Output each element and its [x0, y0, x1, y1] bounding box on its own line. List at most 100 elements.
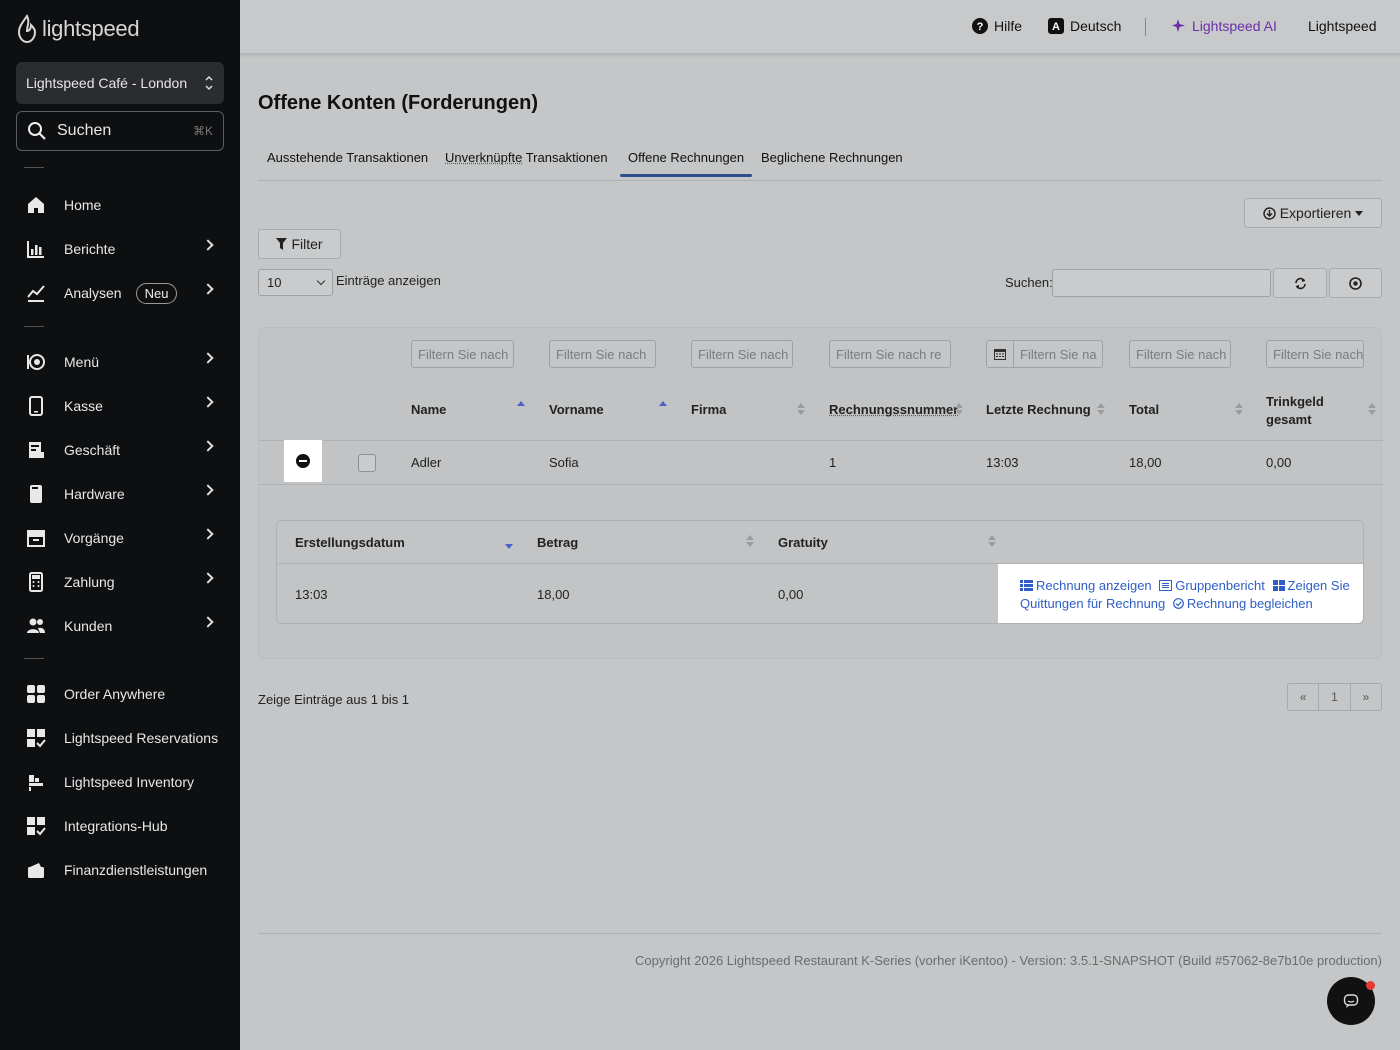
pagination-page[interactable]: 1 [1319, 684, 1351, 710]
grid-icon [1272, 580, 1285, 591]
sidebar-item-label: Home [64, 197, 102, 213]
sidebar-item-geschaeft[interactable]: Geschäft [0, 430, 240, 470]
pagination-next[interactable]: » [1351, 684, 1381, 710]
brand-logo[interactable]: lightspeed [16, 14, 140, 44]
sidebar-item-kasse[interactable]: Kasse [0, 386, 240, 426]
sort-icon[interactable] [1097, 403, 1105, 417]
cell-rechnungsnummer: 1 [829, 455, 837, 470]
search-label: Suchen [57, 122, 112, 139]
refresh-button[interactable] [1273, 268, 1327, 298]
sidebar-item-hardware[interactable]: Hardware [0, 474, 240, 514]
tab-unverknuepfte-transaktionen[interactable]: Unverknüpfte Transaktionen [445, 150, 608, 165]
tab-ausstehende-transaktionen[interactable]: Ausstehende Transaktionen [267, 150, 428, 165]
tab-beglichene-rechnungen[interactable]: Beglichene Rechnungen [761, 150, 903, 165]
chevron-down-icon [316, 276, 326, 286]
sidebar-item-berichte[interactable]: Berichte [0, 229, 240, 269]
sparkle-icon [1172, 19, 1185, 32]
tab-offene-rechnungen[interactable]: Offene Rechnungen [619, 150, 753, 177]
sidebar-item-kunden[interactable]: Kunden [0, 606, 240, 646]
sidebar-item-home[interactable]: Home [0, 185, 240, 225]
reset-button[interactable] [1329, 268, 1382, 298]
pagination-prev[interactable]: « [1288, 684, 1320, 710]
filter-firma-input[interactable]: Filtern Sie nach [691, 340, 793, 368]
sidebar-item-order-anywhere[interactable]: Order Anywhere [0, 674, 240, 714]
sort-icon[interactable] [746, 535, 754, 549]
filter-letzte-rechnung-input[interactable]: Filtern Sie na [986, 340, 1103, 368]
sort-desc-icon[interactable] [505, 537, 513, 551]
filter-name-input[interactable]: Filtern Sie nach [411, 340, 514, 368]
help-link[interactable]: ? Hilfe [972, 18, 1022, 34]
sort-icon[interactable] [1368, 403, 1376, 417]
detail-header: Erstellungsdatum Betrag Gratuity [277, 521, 1363, 564]
column-header-vorname[interactable]: Vorname [549, 402, 604, 417]
chevron-updown-icon [204, 74, 214, 92]
sort-icon[interactable] [797, 403, 805, 417]
footer-copyright: Copyright 2026 Lightspeed Restaurant K-S… [635, 953, 1382, 968]
filter-label: Filter [291, 236, 323, 252]
detail-column-erstellungsdatum[interactable]: Erstellungsdatum [295, 535, 405, 550]
column-header-name[interactable]: Name [411, 402, 446, 417]
user-label: Lightspeed [1308, 18, 1377, 34]
archive-icon [26, 528, 46, 548]
filter-vorname-input[interactable]: Filtern Sie nach [549, 340, 656, 368]
settle-invoice-link[interactable]: Rechnung begleichen [1173, 596, 1313, 611]
export-button[interactable]: Exportieren [1244, 198, 1382, 228]
sidebar-item-reservations[interactable]: Lightspeed Reservations [0, 718, 240, 758]
sort-icon[interactable] [1235, 403, 1243, 417]
row-divider [259, 484, 1383, 485]
sidebar-item-label: Zahlung [64, 574, 115, 590]
search-shortcut: ⌘K [192, 124, 213, 138]
row-checkbox[interactable] [358, 454, 376, 472]
detail-column-gratuity[interactable]: Gratuity [778, 535, 828, 550]
sort-icon[interactable] [955, 403, 963, 417]
filter-trinkgeld-input[interactable]: Filtern Sie nach [1266, 340, 1364, 368]
cell-trinkgeld: 0,00 [1266, 455, 1292, 470]
sidebar-item-integrations-hub[interactable]: Integrations-Hub [0, 806, 240, 846]
language-selector[interactable]: A Deutsch [1048, 18, 1121, 34]
view-invoice-link[interactable]: Rechnung anzeigen [1020, 578, 1152, 593]
column-header-rechnungsnummer[interactable]: Rechnungssnummer [829, 402, 958, 417]
sidebar-item-analysen[interactable]: Analysen Neu [0, 273, 240, 313]
download-circle-icon [1263, 206, 1276, 220]
user-menu[interactable]: Lightspeed [1308, 18, 1377, 34]
sidebar-item-inventory[interactable]: Lightspeed Inventory [0, 762, 240, 802]
filter-button[interactable]: Filter [258, 229, 341, 259]
check-circle-icon [1173, 598, 1184, 609]
column-header-letzte-rechnung[interactable]: Letzte Rechnung [986, 402, 1091, 417]
sort-icon[interactable] [988, 535, 996, 549]
cell-total: 18,00 [1129, 455, 1162, 470]
column-header-total[interactable]: Total [1129, 402, 1159, 417]
sidebar-item-menu[interactable]: Menü [0, 342, 240, 382]
translate-icon: A [1048, 18, 1064, 34]
filter-total-input[interactable]: Filtern Sie nach [1129, 340, 1231, 368]
sort-asc-icon[interactable] [517, 401, 525, 415]
page-length-select[interactable]: 10 [258, 269, 333, 296]
column-header-firma[interactable]: Firma [691, 402, 726, 417]
column-header-trinkgeld[interactable]: Trinkgeld gesamt [1266, 393, 1346, 429]
filter-rechnungsnummer-input[interactable]: Filtern Sie nach re [829, 340, 951, 368]
sort-asc-icon[interactable] [659, 401, 667, 415]
group-report-link[interactable]: Gruppenbericht [1159, 578, 1265, 593]
sidebar-search[interactable]: Suchen ⌘K [16, 111, 224, 151]
sidebar-item-finanzdienstleistungen[interactable]: Finanzdienstleistungen [0, 850, 240, 890]
lightspeed-ai-link[interactable]: Lightspeed AI [1172, 18, 1277, 34]
sidebar-item-zahlung[interactable]: Zahlung [0, 562, 240, 602]
search-icon [28, 122, 46, 140]
sidebar-divider [24, 326, 44, 327]
page-length-label: Einträge anzeigen [336, 273, 441, 288]
grid-icon [26, 684, 46, 704]
row-collapse-button[interactable] [284, 440, 322, 482]
menu-icon [26, 352, 46, 372]
view-invoice-label: Rechnung anzeigen [1036, 578, 1152, 593]
tab-bar: Ausstehende Transaktionen Unverknüpfte T… [258, 142, 1382, 181]
trend-icon [26, 283, 46, 303]
detail-column-betrag[interactable]: Betrag [537, 535, 578, 550]
sidebar-item-vorgaenge[interactable]: Vorgänge [0, 518, 240, 558]
chevron-right-icon [202, 572, 214, 584]
table-search-input[interactable] [1052, 269, 1271, 297]
wallet-icon [26, 860, 46, 880]
invoice-detail-table: Erstellungsdatum Betrag Gratuity 13:03 1… [276, 520, 1364, 624]
table-info: Zeige Einträge aus 1 bis 1 [258, 692, 410, 707]
store-selector[interactable]: Lightspeed Café - London [16, 62, 224, 104]
target-icon [1349, 276, 1362, 290]
